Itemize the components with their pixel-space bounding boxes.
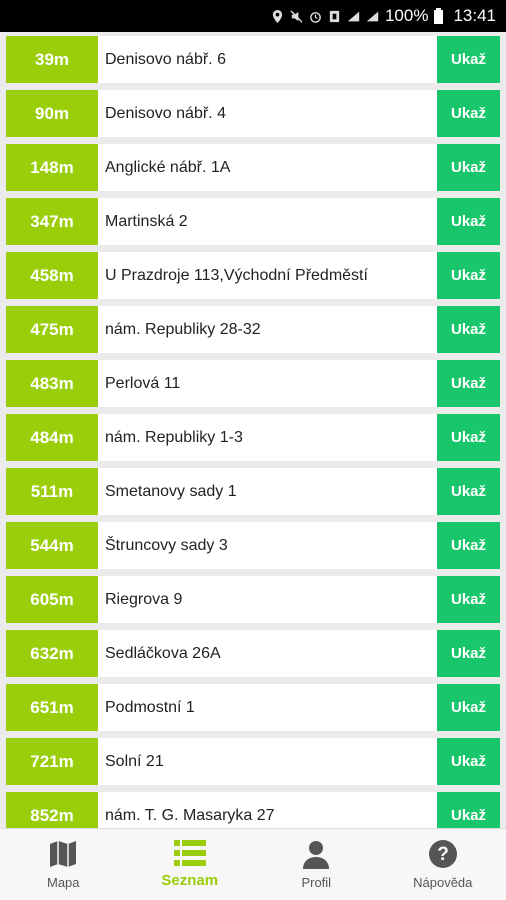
list-item: 148m Anglické nábř. 1A Ukaž	[6, 140, 500, 194]
distance-badge: 148m	[6, 144, 98, 191]
signal-icon	[347, 11, 360, 21]
nav-item-profile[interactable]: Profil	[253, 829, 380, 900]
show-button[interactable]: Ukaž	[437, 90, 500, 137]
address-text: nám. Republiky 1-3	[105, 428, 243, 446]
list-item: 458m U Prazdroje 113,Východní Předměstí …	[6, 248, 500, 302]
nav-item-list[interactable]: Seznam	[127, 829, 254, 900]
show-button[interactable]: Ukaž	[437, 792, 500, 828]
address-text: nám. Republiky 28-32	[105, 320, 261, 338]
show-button[interactable]: Ukaž	[437, 522, 500, 569]
show-button[interactable]: Ukaž	[437, 684, 500, 731]
show-button[interactable]: Ukaž	[437, 738, 500, 785]
bottom-navigation: Mapa Seznam Profil ? Nápověda	[0, 828, 506, 900]
distance-badge: 632m	[6, 630, 98, 677]
distance-badge: 347m	[6, 198, 98, 245]
nav-label-list: Seznam	[161, 872, 219, 889]
person-icon	[303, 841, 330, 869]
list-item: 852m nám. T. G. Masaryka 27 Ukaž	[6, 788, 500, 828]
map-icon	[50, 841, 77, 867]
show-button[interactable]: Ukaž	[437, 144, 500, 191]
notification-icon	[329, 10, 340, 22]
list-item: 605m Riegrova 9 Ukaž	[6, 572, 500, 626]
list-item: 484m nám. Republiky 1-3 Ukaž	[6, 410, 500, 464]
location-list[interactable]: 39m Denisovo nábř. 6 Ukaž 90m Denisovo n…	[0, 32, 506, 828]
show-button[interactable]: Ukaž	[437, 630, 500, 677]
show-button[interactable]: Ukaž	[437, 252, 500, 299]
distance-badge: 852m	[6, 792, 98, 828]
address-text: Smetanovy sady 1	[105, 482, 237, 500]
show-button[interactable]: Ukaž	[437, 198, 500, 245]
clock: 13:41	[453, 6, 496, 25]
alarm-icon	[310, 11, 321, 23]
distance-badge: 544m	[6, 522, 98, 569]
list-item: 347m Martinská 2 Ukaž	[6, 194, 500, 248]
address-text: nám. T. G. Masaryka 27	[105, 806, 275, 824]
list-item: 544m Štruncovy sady 3 Ukaž	[6, 518, 500, 572]
nav-label-help: Nápověda	[413, 875, 473, 890]
distance-badge: 511m	[6, 468, 98, 515]
help-icon: ?	[428, 840, 457, 868]
distance-badge: 651m	[6, 684, 98, 731]
show-button[interactable]: Ukaž	[437, 306, 500, 353]
list-item: 90m Denisovo nábř. 4 Ukaž	[6, 86, 500, 140]
address-text: Perlová 11	[105, 374, 181, 392]
show-button[interactable]: Ukaž	[437, 414, 500, 461]
distance-badge: 90m	[6, 90, 98, 137]
show-button[interactable]: Ukaž	[437, 468, 500, 515]
mute-icon	[290, 9, 303, 23]
show-button[interactable]: Ukaž	[437, 576, 500, 623]
address-text: U Prazdroje 113,Východní Předměstí	[105, 266, 368, 284]
address-text: Podmostní 1	[105, 698, 195, 716]
list-item: 632m Sedláčkova 26A Ukaž	[6, 626, 500, 680]
show-button[interactable]: Ukaž	[437, 360, 500, 407]
distance-badge: 39m	[6, 36, 98, 83]
address-text: Denisovo nábř. 4	[105, 104, 226, 122]
list-item: 475m nám. Republiky 28-32 Ukaž	[6, 302, 500, 356]
nav-label-map: Mapa	[46, 875, 80, 890]
distance-badge: 458m	[6, 252, 98, 299]
list-item: 39m Denisovo nábř. 6 Ukaž	[6, 32, 500, 86]
svg-text:?: ?	[437, 844, 449, 865]
address-text: Anglické nábř. 1A	[105, 158, 231, 176]
location-icon	[272, 9, 283, 23]
list-item: 651m Podmostní 1 Ukaž	[6, 680, 500, 734]
list-item: 511m Smetanovy sady 1 Ukaž	[6, 464, 500, 518]
status-bar: 100% 13:41	[0, 0, 506, 32]
battery-level: 100%	[384, 6, 429, 25]
battery-icon	[434, 8, 444, 24]
address-text: Sedláčkova 26A	[105, 644, 221, 662]
status-icons	[271, 9, 379, 23]
address-text: Martinská 2	[105, 212, 188, 230]
distance-badge: 721m	[6, 738, 98, 785]
distance-badge: 605m	[6, 576, 98, 623]
address-text: Štruncovy sady 3	[105, 536, 228, 554]
nav-item-map[interactable]: Mapa	[0, 829, 127, 900]
distance-badge: 484m	[6, 414, 98, 461]
distance-badge: 483m	[6, 360, 98, 407]
distance-badge: 475m	[6, 306, 98, 353]
list-item: 483m Perlová 11 Ukaž	[6, 356, 500, 410]
list-icon	[173, 840, 206, 866]
address-text: Denisovo nábř. 6	[105, 50, 226, 68]
address-text: Riegrova 9	[105, 590, 183, 608]
nav-item-help[interactable]: ? Nápověda	[380, 829, 506, 900]
signal-icon-2	[366, 11, 379, 21]
show-button[interactable]: Ukaž	[437, 36, 500, 83]
address-text: Solní 21	[105, 752, 164, 770]
list-item: 721m Solní 21 Ukaž	[6, 734, 500, 788]
nav-label-profile: Profil	[301, 875, 332, 890]
